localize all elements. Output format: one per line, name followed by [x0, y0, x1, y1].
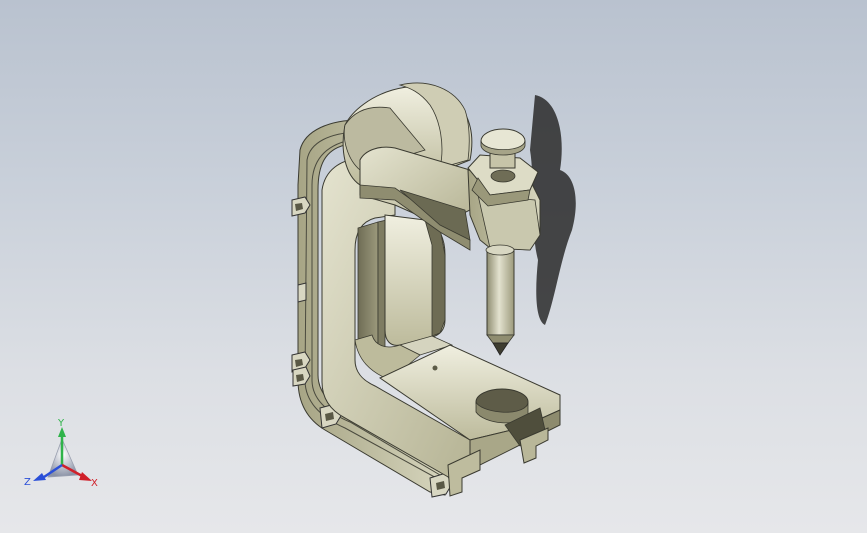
ram-tip — [492, 342, 509, 356]
cad-viewport[interactable]: Y X Z — [0, 0, 867, 533]
y-axis-label: Y — [57, 418, 65, 429]
z-arrowhead — [33, 473, 46, 481]
press-ram — [485, 244, 515, 356]
base-pin-hole — [432, 365, 438, 371]
triad-graphic: Y X Z — [24, 418, 98, 489]
z-axis-label: Z — [24, 477, 31, 488]
arbor-press-model[interactable] — [0, 0, 867, 533]
orientation-triad[interactable]: Y X Z — [20, 415, 110, 495]
x-axis-label: X — [91, 478, 98, 489]
